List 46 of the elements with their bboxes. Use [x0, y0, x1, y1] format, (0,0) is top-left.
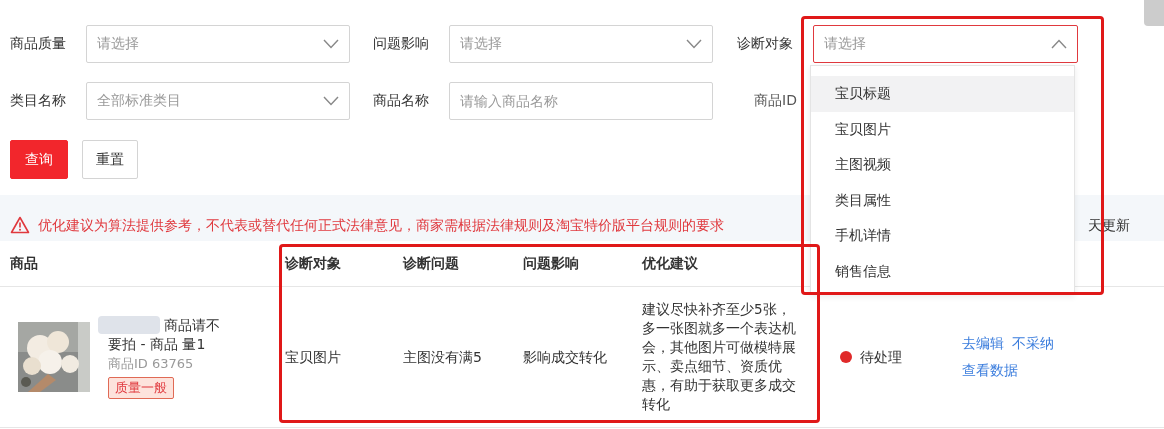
- product-id: 商品ID 63765: [108, 354, 194, 373]
- dropdown-option[interactable]: 销售信息: [811, 253, 1074, 289]
- dropdown-option[interactable]: 类目属性: [811, 182, 1074, 218]
- table-cell-text: 影响成交转化: [523, 347, 608, 367]
- dropdown-option[interactable]: 手机详情: [811, 218, 1074, 254]
- column-header: 问题影响: [523, 254, 580, 273]
- select-field[interactable]: 请选择: [86, 25, 350, 63]
- field-label: 诊断对象: [737, 35, 794, 53]
- column-header: 诊断对象: [285, 254, 342, 273]
- dropdown-option[interactable]: 宝贝图片: [811, 111, 1074, 147]
- field-label: 问题影响: [373, 35, 430, 53]
- product-name: 商品请不: [164, 315, 220, 335]
- select-field[interactable]: 全部标准类目: [86, 82, 350, 120]
- column-header: 商品: [9, 254, 39, 273]
- quality-tag: 质量一般: [108, 376, 174, 399]
- chevron-icon: [1051, 39, 1067, 49]
- field-label: 商品ID: [754, 92, 798, 110]
- chevron-icon: [323, 39, 339, 49]
- alert-icon: [840, 351, 852, 363]
- warning-icon: [10, 216, 30, 234]
- action-link[interactable]: 查看数据: [962, 361, 1018, 380]
- search-button[interactable]: 查询: [10, 140, 68, 179]
- column-header: 诊断问题: [403, 254, 460, 273]
- redaction-blur: [98, 316, 160, 334]
- update-note: 天更新: [1088, 217, 1130, 235]
- field-label: 商品名称: [373, 92, 430, 110]
- chevron-icon: [323, 96, 339, 106]
- notice-text: 优化建议为算法提供参考，不代表或替代任何正式法律意见，商家需根据法律规则及淘宝特价版平台规则的要求: [38, 217, 724, 235]
- table-cell-text: 主图没有满5: [403, 347, 483, 367]
- product-name: 要拍 - 商品 量1: [108, 334, 207, 354]
- reset-button[interactable]: 重置: [82, 140, 138, 179]
- chevron-icon: [686, 39, 702, 49]
- column-header: 优化建议: [642, 254, 699, 273]
- action-link[interactable]: 不采纳: [1012, 334, 1054, 353]
- action-link[interactable]: 去编辑: [962, 334, 1004, 353]
- table-cell-text: 建议尽快补齐至少5张，多一张图就多一个表达机会，其他图片可做模特展示、卖点细节、资质优惠，有助于获取更多成交转化: [642, 300, 797, 414]
- field-label: 商品质量: [10, 35, 67, 53]
- scrollbar-thumb: [1144, 0, 1164, 26]
- dropdown-option[interactable]: 主图视频: [811, 147, 1074, 183]
- status-text: 待处理: [860, 347, 902, 367]
- select-field[interactable]: 请选择: [813, 25, 1078, 63]
- table-cell-text: 宝贝图片: [285, 347, 342, 367]
- select-field[interactable]: 请选择: [449, 25, 713, 63]
- field-label: 类目名称: [10, 92, 67, 110]
- dropdown-option[interactable]: 宝贝标题: [811, 76, 1074, 112]
- input-field[interactable]: 请输入商品名称: [449, 82, 713, 120]
